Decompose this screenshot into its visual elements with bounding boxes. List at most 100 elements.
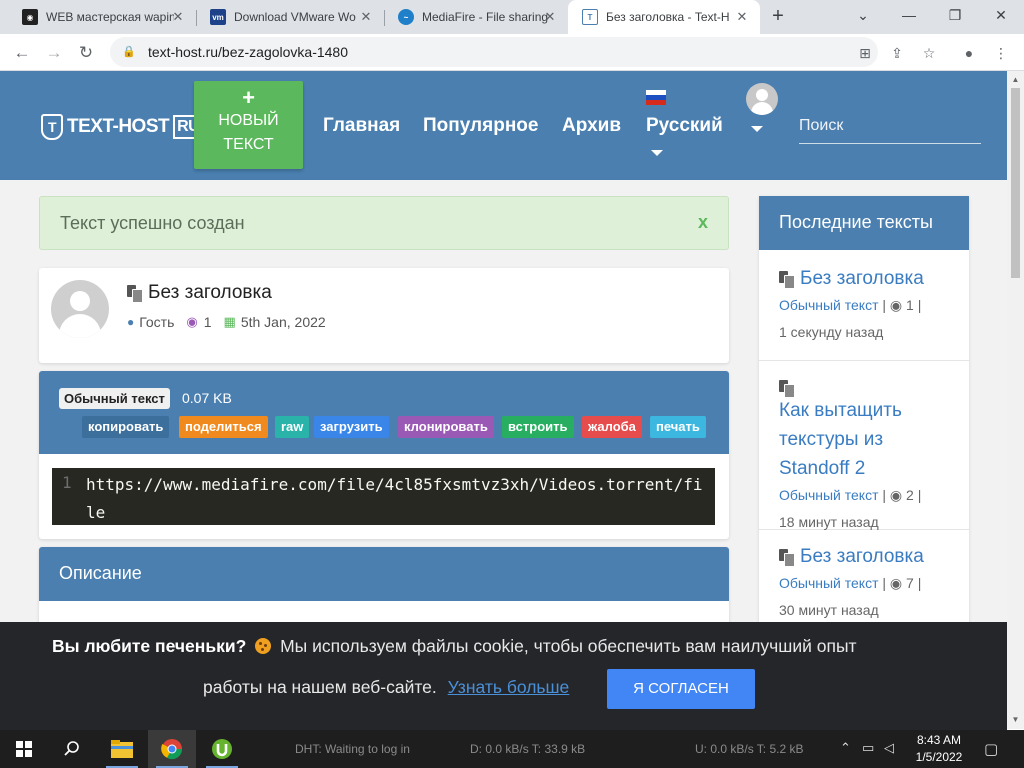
logo-text: TEXT-HOST xyxy=(67,116,170,137)
scroll-up-icon[interactable]: ▲ xyxy=(1011,75,1020,85)
utorrent-icon[interactable] xyxy=(198,730,246,768)
network-icon[interactable]: ▭ xyxy=(862,740,874,756)
avatar-head xyxy=(70,291,90,311)
recent-item-time: 30 минут назад xyxy=(779,602,879,618)
browser-tab-3[interactable]: ~ MediaFire - File sharing ✕ xyxy=(384,0,568,34)
share-icon[interactable]: ⇪ xyxy=(884,40,910,66)
recent-item-meta: Обычный текст | ◉ 7 | xyxy=(779,575,949,592)
paste-info-card: Без заголовка ● Гость ◉ 1 ▦ 5th Jan, 202… xyxy=(39,268,729,363)
tab-title: WEB мастерская wapin xyxy=(46,10,174,24)
translate-icon[interactable]: ⊞ xyxy=(852,40,878,66)
site-logo[interactable]: T TEXT-HOST RU xyxy=(41,113,204,141)
recent-item-title-text[interactable]: Без заголовка xyxy=(800,264,924,293)
close-tab-icon[interactable]: ✕ xyxy=(170,9,186,25)
recent-item-title[interactable]: Без заголовка xyxy=(779,542,949,571)
mediafire-favicon-icon: ~ xyxy=(398,9,414,25)
volume-muted-icon[interactable]: ◁ xyxy=(884,740,894,756)
chrome-icon[interactable] xyxy=(148,730,196,768)
cookie-learn-more-link[interactable]: Узнать больше xyxy=(448,677,570,697)
nav-home[interactable]: Главная xyxy=(323,115,400,137)
cookie-text: Мы используем файлы cookie, чтобы обеспе… xyxy=(280,636,857,656)
meta-separator: | xyxy=(917,575,922,591)
browser-tab-active[interactable]: T Без заголовка - Text-H ✕ xyxy=(568,0,760,34)
recent-item-time: 18 минут назад xyxy=(779,514,879,530)
share-button[interactable]: поделиться xyxy=(179,416,268,438)
recent-item-meta: Обычный текст | ◉ 2 | xyxy=(779,487,949,504)
line-number: 1 xyxy=(62,473,72,492)
site-search-input[interactable] xyxy=(799,108,981,144)
recent-item-title-text[interactable]: Как вытащить текстуры из Standoff 2 xyxy=(779,396,949,483)
close-window-icon[interactable]: ✕ xyxy=(978,0,1024,30)
new-tab-icon[interactable]: + xyxy=(766,5,790,29)
menu-kebab-icon[interactable]: ⋮ xyxy=(988,40,1014,66)
browser-tab-2[interactable]: vm Download VMware Wo ✕ xyxy=(196,0,384,34)
recent-item-title[interactable]: Как вытащить текстуры из Standoff 2 xyxy=(779,373,949,483)
code-block[interactable]: 1 https://www.mediafire.com/file/4cl85fx… xyxy=(52,468,715,525)
browser-tab-strip: ◉ WEB мастерская wapin ✕ vm Download VMw… xyxy=(0,0,1024,34)
report-button[interactable]: жалоба xyxy=(582,416,642,438)
clone-button[interactable]: клонировать xyxy=(398,416,494,438)
document-icon xyxy=(779,549,795,567)
cookie-text-2: работы на нашем веб-сайте. xyxy=(203,677,437,697)
code-content[interactable]: https://www.mediafire.com/file/4cl85fxsm… xyxy=(86,471,712,527)
eye-icon: ◉ xyxy=(186,314,198,329)
reload-icon[interactable]: ↻ xyxy=(72,39,100,67)
recent-item-type[interactable]: Обычный текст xyxy=(779,575,879,591)
recent-item-title-text[interactable]: Без заголовка xyxy=(800,542,924,571)
download-button[interactable]: загрузить xyxy=(314,416,389,438)
paste-meta: ● Гость ◉ 1 ▦ 5th Jan, 2022 xyxy=(127,314,326,330)
scrollbar-thumb[interactable] xyxy=(1011,88,1020,278)
close-tab-icon[interactable]: ✕ xyxy=(542,9,558,25)
raw-button[interactable]: raw xyxy=(275,416,310,438)
recent-item-type[interactable]: Обычный текст xyxy=(779,487,879,503)
user-avatar[interactable] xyxy=(746,83,778,115)
eye-icon: | ◉ xyxy=(882,487,907,503)
close-tab-icon[interactable]: ✕ xyxy=(358,9,374,25)
nav-popular[interactable]: Популярное xyxy=(423,115,538,137)
windows-start-icon[interactable] xyxy=(0,730,48,768)
print-button[interactable]: печать xyxy=(650,416,706,438)
profile-icon[interactable]: ● xyxy=(956,40,982,66)
tab-search-icon[interactable]: ⌄ xyxy=(840,0,886,30)
recent-item-views: 7 xyxy=(906,575,914,591)
paste-author[interactable]: Гость xyxy=(139,314,174,330)
lock-icon[interactable]: 🔒 xyxy=(122,45,136,59)
new-text-button[interactable]: + НОВЫЙ ТЕКСТ xyxy=(194,81,303,169)
cookie-text-line-1: Вы любите печеньки? Мы используем файлы … xyxy=(52,636,857,657)
cookie-title: Вы любите печеньки? xyxy=(52,636,247,656)
show-hidden-icons-icon[interactable]: ⌃ xyxy=(840,740,851,756)
scroll-down-icon[interactable]: ▼ xyxy=(1011,715,1020,725)
recent-item-type[interactable]: Обычный текст xyxy=(779,297,879,313)
russian-flag-icon xyxy=(646,90,666,105)
site-favicon-icon: ◉ xyxy=(22,9,38,25)
recent-item-views: 2 xyxy=(906,487,914,503)
document-icon xyxy=(127,285,143,303)
avatar-head xyxy=(756,89,768,101)
recent-texts-sidebar: Последние тексты Без заголовка Обычный т… xyxy=(759,196,969,626)
recent-item: Без заголовка Обычный текст | ◉ 1 | 1 се… xyxy=(759,250,969,361)
search-icon[interactable] xyxy=(48,730,96,768)
address-bar[interactable]: 🔒 text-host.ru/bez-zagolovka-1480 xyxy=(110,37,878,67)
file-explorer-icon[interactable] xyxy=(98,730,146,768)
language-caret-icon[interactable] xyxy=(651,150,663,156)
utorrent-dht-status: DHT: Waiting to log in xyxy=(295,742,410,756)
cookie-text-line-2: работы на нашем веб-сайте. Узнать больше xyxy=(203,677,569,698)
alert-close-button[interactable]: x xyxy=(698,212,708,233)
copy-button[interactable]: копировать xyxy=(82,416,170,438)
notifications-icon[interactable]: ▢ xyxy=(984,740,998,758)
recent-item-title[interactable]: Без заголовка xyxy=(779,264,949,293)
cookie-accept-button[interactable]: Я СОГЛАСЕН xyxy=(607,669,755,709)
browser-tab-1[interactable]: ◉ WEB мастерская wapin ✕ xyxy=(8,0,196,34)
system-clock[interactable]: 8:43 AM 1/5/2022 xyxy=(914,732,964,766)
page-scrollbar[interactable]: ▲ ▼ xyxy=(1007,71,1024,729)
nav-language[interactable]: Русский xyxy=(646,115,723,137)
bookmark-star-icon[interactable]: ☆ xyxy=(916,40,942,66)
user-menu-caret-icon[interactable] xyxy=(751,126,763,132)
minimize-icon[interactable]: — xyxy=(886,0,932,30)
maximize-icon[interactable]: ❐ xyxy=(932,0,978,30)
forward-icon[interactable]: → xyxy=(40,39,68,67)
back-icon[interactable]: ← xyxy=(8,39,36,67)
nav-archive[interactable]: Архив xyxy=(562,115,621,137)
embed-button[interactable]: встроить xyxy=(502,416,574,438)
close-tab-icon[interactable]: ✕ xyxy=(734,9,750,25)
